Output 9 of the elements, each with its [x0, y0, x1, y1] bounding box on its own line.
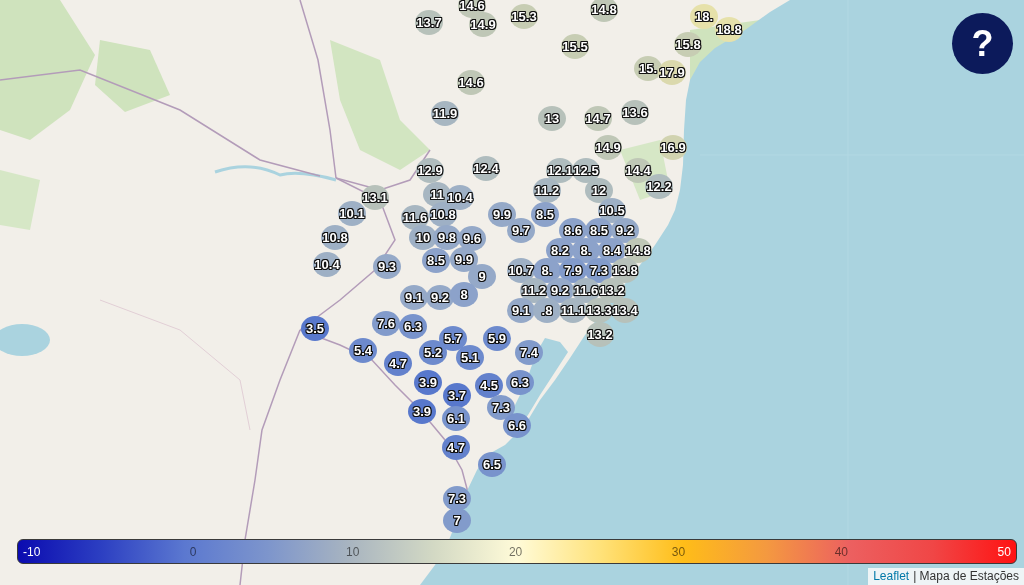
scale-label: 10 — [346, 544, 360, 559]
scale-label: 50 — [997, 544, 1011, 559]
scale-label: 20 — [508, 544, 523, 559]
scale-label: -10 — [23, 544, 41, 559]
scale-label: 30 — [671, 544, 686, 559]
scale-label: 40 — [834, 544, 849, 559]
attribution-text: | Mapa de Estações — [913, 568, 1019, 585]
scale-label: 0 — [189, 544, 197, 559]
leaflet-link[interactable]: Leaflet — [873, 568, 910, 585]
